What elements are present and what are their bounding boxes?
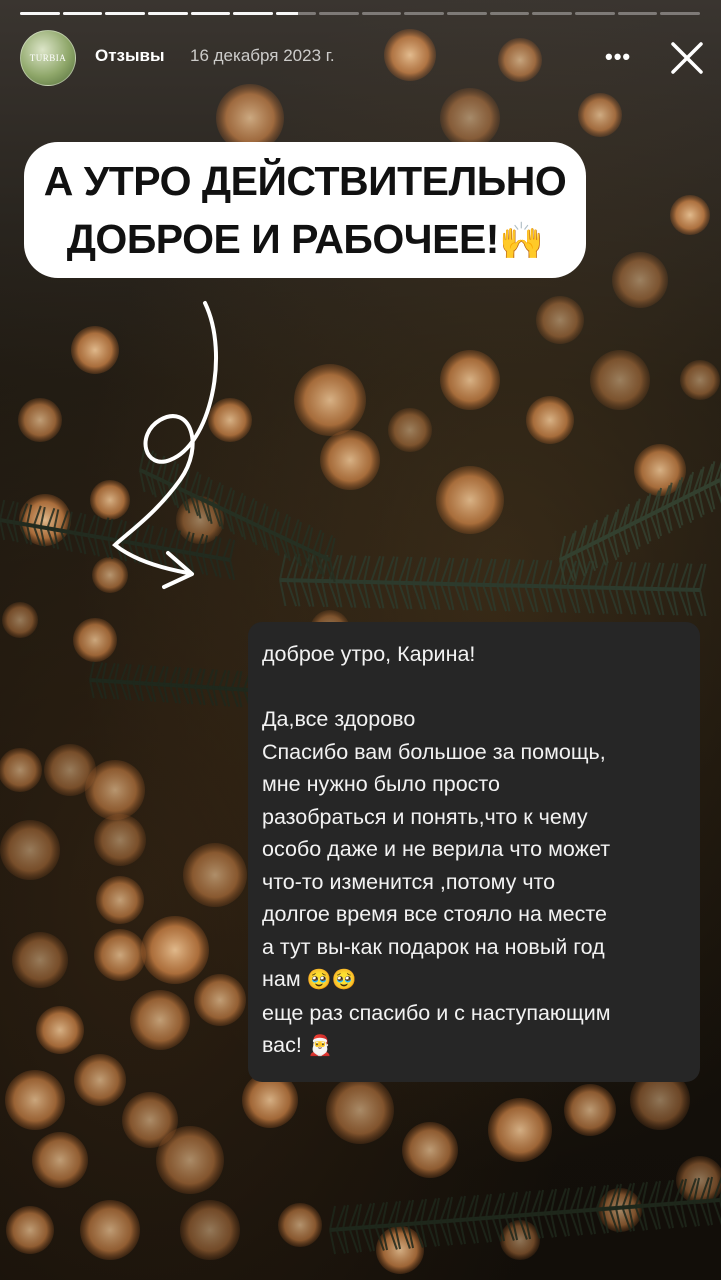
progress-segment xyxy=(318,12,359,15)
bokeh-light xyxy=(388,408,432,452)
bokeh-light xyxy=(183,843,247,907)
bokeh-light xyxy=(32,1132,88,1188)
progress-segment-fill xyxy=(148,12,188,15)
bokeh-light xyxy=(536,296,584,344)
message-line: Да,все здорово xyxy=(262,707,416,731)
message-line: мне нужно было просто xyxy=(262,772,500,796)
bokeh-light xyxy=(402,1122,458,1178)
progress-segment xyxy=(148,12,188,15)
pleading-face-icon: 🥹🥹 xyxy=(306,969,357,991)
bokeh-light xyxy=(36,1006,84,1054)
bokeh-light xyxy=(6,1206,54,1254)
bokeh-light xyxy=(578,93,622,137)
bokeh-light xyxy=(612,252,668,308)
account-avatar[interactable]: TURBIA xyxy=(20,30,76,86)
bokeh-light xyxy=(0,748,42,792)
message-word-vas: вас! xyxy=(262,1033,302,1057)
bokeh-light xyxy=(18,398,62,442)
progress-segment-fill xyxy=(190,12,231,15)
bokeh-light xyxy=(12,932,68,988)
progress-segment xyxy=(361,12,402,15)
bokeh-light xyxy=(294,364,366,436)
progress-segment xyxy=(446,12,487,15)
progress-segment xyxy=(62,12,103,15)
bokeh-light xyxy=(488,1098,552,1162)
progress-segment xyxy=(660,12,700,15)
message-word-nam: нам xyxy=(262,967,301,991)
progress-segment xyxy=(20,12,60,15)
headline-line-2-text: ДОБРОЕ И РАБОЧЕЕ! xyxy=(66,216,500,262)
bokeh-light xyxy=(440,88,500,148)
bokeh-light xyxy=(0,820,60,880)
progress-segment xyxy=(105,12,146,15)
bokeh-light xyxy=(590,350,650,410)
story-header: TURBIA Отзывы 16 декабря 2023 г. ••• xyxy=(20,30,710,86)
bokeh-light xyxy=(326,1076,394,1144)
more-options-icon[interactable]: ••• xyxy=(605,44,631,70)
fir-branch xyxy=(279,553,707,617)
headline-sticker: А УТРО ДЕЙСТВИТЕЛЬНО ДОБРОЕ И РАБОЧЕЕ!🙌 xyxy=(24,142,586,278)
bokeh-light xyxy=(436,466,504,534)
close-icon[interactable] xyxy=(667,38,707,78)
bokeh-light xyxy=(94,814,146,866)
bokeh-light xyxy=(73,618,117,662)
headline-line-1: А УТРО ДЕЙСТВИТЕЛЬНО xyxy=(43,158,567,204)
bokeh-light xyxy=(278,1203,322,1247)
message-line: Спасибо вам большое за помощь, xyxy=(262,739,606,764)
bokeh-light xyxy=(156,1126,224,1194)
progress-segment-fill xyxy=(20,12,60,15)
bokeh-light xyxy=(5,1070,65,1130)
bokeh-light xyxy=(130,990,190,1050)
progress-segment xyxy=(532,12,572,15)
message-line: нам 🥹🥹 xyxy=(262,963,686,997)
message-line: а тут вы-как подарок на новый год xyxy=(262,934,605,959)
progress-segment-fill xyxy=(105,12,146,15)
message-line: вас! 🎅 xyxy=(262,1029,686,1063)
progress-segment xyxy=(233,12,274,15)
bokeh-light xyxy=(526,396,574,444)
bokeh-light xyxy=(320,430,380,490)
santa-icon: 🎅 xyxy=(307,1035,333,1057)
bokeh-light xyxy=(180,1200,240,1260)
headline-line-2: ДОБРОЕ И РАБОЧЕЕ!🙌 xyxy=(24,210,586,270)
message-greeting: доброе утро, Карина! xyxy=(262,642,476,666)
story-date: 16 декабря 2023 г. xyxy=(190,46,335,65)
message-line: особо даже и не верила что может xyxy=(262,837,611,861)
bokeh-light xyxy=(680,360,720,400)
progress-segment xyxy=(574,12,615,15)
bokeh-light xyxy=(96,876,144,924)
story-progress-bar xyxy=(20,12,700,16)
bokeh-light xyxy=(94,929,146,981)
message-line: долгое время все стояло на месте xyxy=(262,902,607,926)
bokeh-light xyxy=(141,916,209,984)
bokeh-light xyxy=(564,1084,616,1136)
bokeh-light xyxy=(194,974,246,1026)
message-line: разобраться и понять,что к чему xyxy=(262,804,588,829)
curved-arrow-icon xyxy=(112,301,218,589)
message-line: еще раз спасибо и с наступающим xyxy=(262,1000,611,1025)
message-line: что-то изменится ,потому что xyxy=(262,869,556,894)
progress-segment xyxy=(404,12,444,15)
progress-segment-fill xyxy=(233,12,274,15)
progress-segment xyxy=(190,12,231,15)
fir-branch xyxy=(89,661,255,709)
bokeh-light xyxy=(85,760,145,820)
bokeh-light xyxy=(500,1220,540,1260)
progress-segment xyxy=(617,12,658,15)
bokeh-light xyxy=(440,350,500,410)
progress-segment xyxy=(489,12,530,15)
bokeh-light xyxy=(74,1054,126,1106)
account-name[interactable]: Отзывы xyxy=(95,46,165,66)
bokeh-light xyxy=(2,602,38,638)
progress-segment-fill xyxy=(276,12,298,15)
avatar-logo-text: TURBIA xyxy=(29,53,67,63)
bokeh-light xyxy=(670,195,710,235)
raising-hands-icon: 🙌 xyxy=(498,220,544,261)
progress-segment-fill xyxy=(62,12,103,15)
chat-message-screenshot: доброе утро, Карина! Да,все здорово Спас… xyxy=(248,622,700,1082)
progress-segment xyxy=(276,12,316,15)
bokeh-light xyxy=(80,1200,140,1260)
